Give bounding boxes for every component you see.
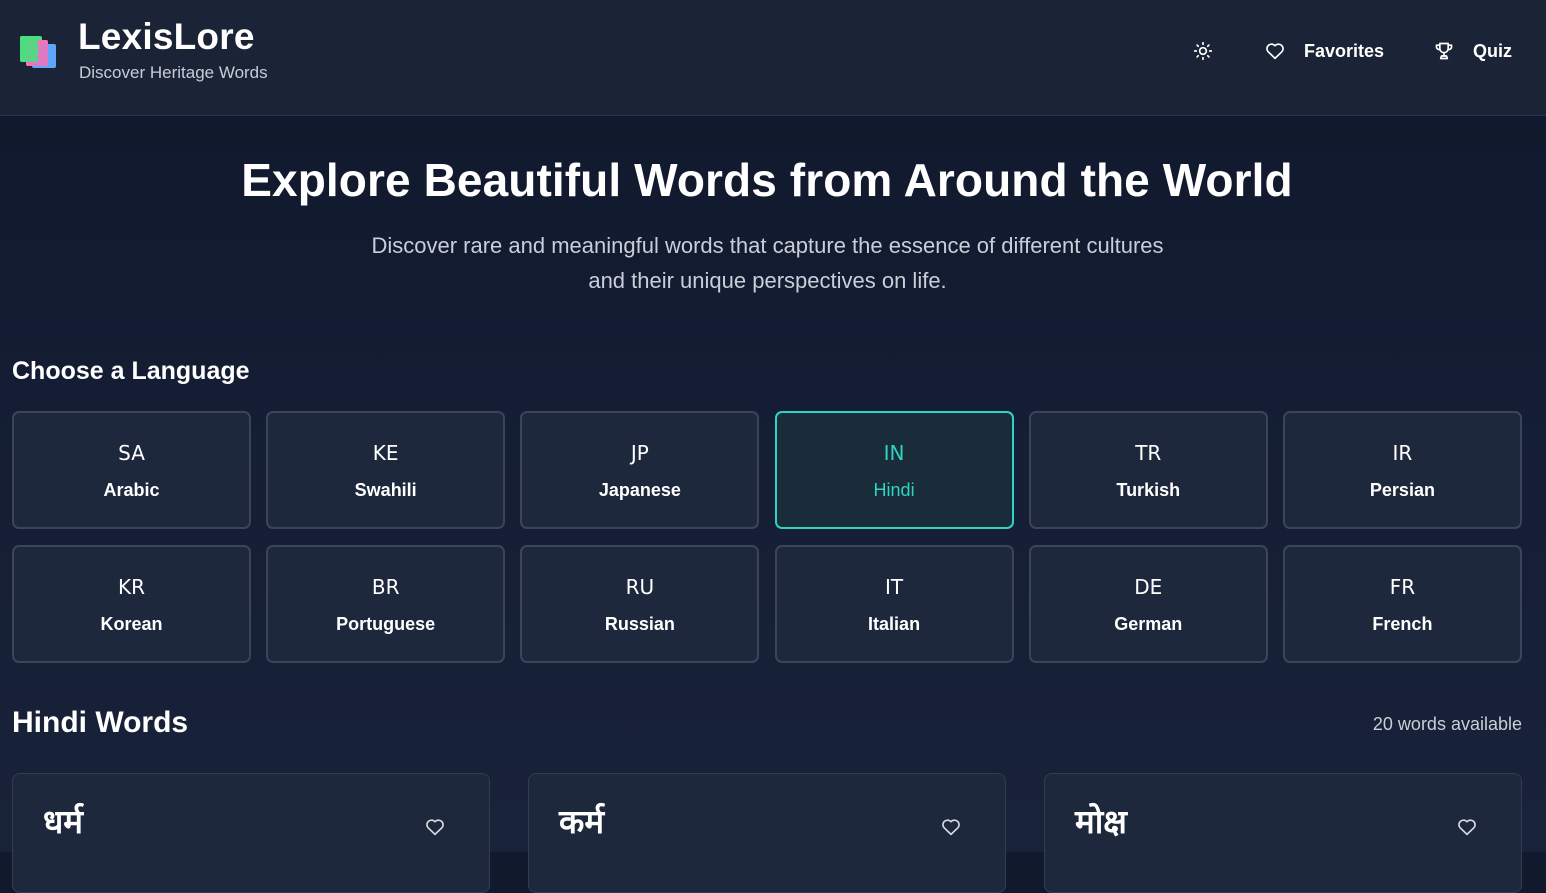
language-code: KR [117, 575, 145, 599]
language-card-french[interactable]: FR French [1282, 545, 1522, 663]
brand-subtitle: Discover Heritage Words [79, 63, 268, 82]
language-card-turkish[interactable]: TR Turkish [1028, 411, 1268, 529]
hero-subtitle: Discover rare and meaningful words that … [371, 233, 1164, 293]
language-card-persian[interactable]: IR Persian [1282, 411, 1522, 529]
favorites-button[interactable]: Favorites [1265, 41, 1384, 62]
language-card-italian[interactable]: IT Italian [774, 545, 1014, 663]
language-name: German [1114, 614, 1183, 634]
language-card-hindi[interactable]: IN Hindi [774, 411, 1014, 529]
language-code: DE [1134, 575, 1163, 599]
trophy-icon [1434, 41, 1473, 61]
word-card[interactable]: कर्म [528, 773, 1006, 893]
language-code: IT [885, 575, 904, 599]
language-name: Korean [100, 614, 163, 634]
heart-icon[interactable] [941, 818, 961, 841]
language-name: Persian [1369, 480, 1435, 500]
favorites-label: Favorites [1303, 40, 1384, 61]
language-name: Russian [604, 614, 675, 634]
language-name: French [1372, 614, 1433, 634]
language-name: Italian [868, 614, 921, 634]
language-card-arabic[interactable]: SA Arabic [12, 411, 251, 529]
language-card-swahili[interactable]: KE Swahili [266, 411, 506, 529]
language-name: Portuguese [336, 614, 436, 634]
hero-title: Explore Beautiful Words from Around the … [241, 154, 1293, 206]
language-code: BR [371, 575, 400, 599]
language-code: RU [625, 575, 655, 599]
language-card-korean[interactable]: KR Korean [12, 545, 251, 663]
brand-title[interactable]: LexisLore [78, 16, 255, 58]
word-card[interactable]: मोक्ष [1044, 773, 1522, 893]
language-name: Swahili [354, 480, 417, 500]
language-name: Hindi [873, 480, 915, 500]
heart-icon [1265, 42, 1304, 60]
book-stack-icon[interactable] [18, 32, 60, 70]
language-section-title: Choose a Language [12, 357, 250, 385]
word-text: धर्म [43, 802, 84, 841]
word-grid: धर्म कर्म मोक्ष [12, 773, 1522, 893]
header-nav: Favorites Quiz [1193, 36, 1512, 66]
language-code: TR [1135, 441, 1162, 465]
sun-icon [1193, 41, 1213, 61]
word-card[interactable]: धर्म [12, 773, 490, 893]
language-code: IR [1392, 441, 1413, 465]
language-grid: SA Arabic KE Swahili JP Japanese IN Hindi TR Turk… [12, 411, 1522, 663]
word-text: कर्म [559, 802, 605, 841]
language-name: Turkish [1116, 480, 1181, 500]
app-header: LexisLore Discover Heritage Words Favori… [0, 0, 1546, 116]
language-code: SA [118, 441, 145, 465]
words-section-title: Hindi Words [12, 706, 189, 739]
language-code: FR [1389, 575, 1416, 599]
language-code: JP [630, 441, 649, 465]
language-card-japanese[interactable]: JP Japanese [520, 411, 760, 529]
heart-icon[interactable] [1457, 818, 1477, 841]
heart-icon[interactable] [425, 818, 445, 841]
theme-toggle-button[interactable] [1193, 41, 1213, 61]
language-code: IN [883, 441, 905, 465]
words-count: 20 words available [1372, 714, 1522, 734]
language-card-portuguese[interactable]: BR Portuguese [266, 545, 506, 663]
language-card-russian[interactable]: RU Russian [520, 545, 760, 663]
language-name: Japanese [598, 480, 681, 500]
quiz-label: Quiz [1473, 40, 1512, 61]
language-name: Arabic [103, 480, 160, 500]
language-card-german[interactable]: DE German [1028, 545, 1268, 663]
word-text: मोक्ष [1075, 802, 1127, 841]
language-code: KE [372, 441, 399, 465]
quiz-button[interactable]: Quiz [1434, 41, 1512, 62]
